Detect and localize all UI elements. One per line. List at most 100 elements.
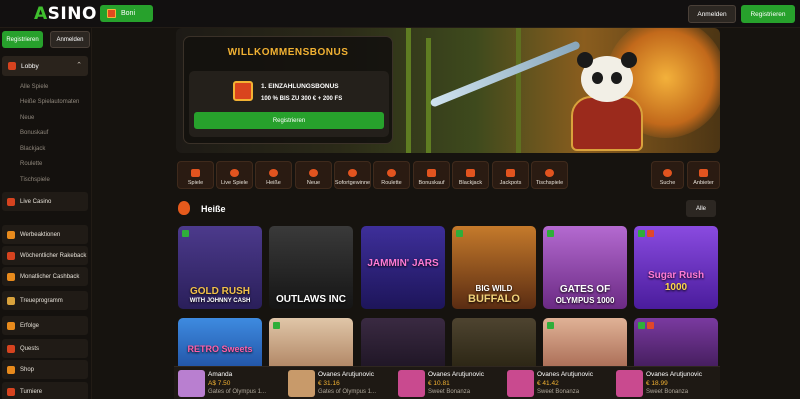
- game-tile-outlaws-inc[interactable]: OUTLAWS INC: [269, 226, 353, 309]
- panda-body-image: [571, 96, 643, 151]
- win-entry[interactable]: Ovanes Arutjunovic € 18.99 Sweet Bonanza: [612, 369, 720, 398]
- gift-icon: [427, 169, 436, 177]
- sidebar-item-loyalty[interactable]: Treueprogramm: [2, 291, 88, 310]
- game-tile-big-wild-buffalo[interactable]: BIG WILD BUFFALO: [452, 226, 536, 309]
- deposit-label: 1. EINZAHLUNGSBONUS: [261, 83, 339, 90]
- promotions-icon: [7, 230, 15, 239]
- cashback-icon: [7, 272, 15, 281]
- sword-image: [429, 40, 581, 108]
- bamboo-decoration: [426, 38, 431, 153]
- recent-wins-ticker: Amanda A$ 7.50 Gates of Olympus 1... Ova…: [174, 366, 720, 399]
- game-tile-gates-of-olympus-1000[interactable]: GATES OF OLYMPUS 1000: [543, 226, 627, 309]
- sidebar-item-shop[interactable]: Shop: [2, 360, 88, 379]
- register-button[interactable]: Registrieren: [741, 5, 795, 23]
- category-roulette[interactable]: Roulette: [373, 161, 410, 189]
- deposit-offer: 100 % BIS ZU 300 € + 200 FS: [261, 96, 343, 102]
- table-games-icon: [545, 169, 554, 177]
- lobby-subitem[interactable]: Heiße Spielautomaten: [20, 99, 79, 105]
- sidebar-item-cashback[interactable]: Monatlicher Cashback: [2, 267, 88, 286]
- bamboo-decoration: [406, 28, 411, 153]
- rakeback-icon: [7, 251, 15, 260]
- game-thumbnail: [616, 370, 643, 397]
- gem-icon: [309, 169, 318, 177]
- fire-icon: [178, 201, 190, 215]
- welcome-register-button[interactable]: Registrieren: [194, 112, 384, 129]
- providers-button[interactable]: Anbieter: [687, 161, 720, 189]
- win-entry[interactable]: Ovanes Arutjunovic € 10.81 Sweet Bonanza: [394, 369, 502, 398]
- badge-icon: [547, 322, 554, 329]
- badge-icon: [273, 322, 280, 329]
- lobby-subitem[interactable]: Neue: [20, 115, 34, 121]
- win-entry[interactable]: Amanda A$ 7.50 Gates of Olympus 1...: [174, 369, 282, 398]
- loyalty-icon: [7, 296, 15, 305]
- welcome-title: WILLKOMMENSBONUS: [227, 47, 349, 58]
- grid-icon: [191, 169, 200, 177]
- category-tischspiele[interactable]: Tischspiele: [531, 161, 568, 189]
- badge-icon: [638, 230, 645, 237]
- lightning-icon: [348, 169, 357, 177]
- sidebar-item-achievements[interactable]: Erfolge: [2, 316, 88, 335]
- hot-badge-icon: [647, 322, 654, 329]
- logo[interactable]: ASINO: [34, 4, 97, 24]
- game-thumbnail: [288, 370, 315, 397]
- game-thumbnail: [178, 370, 205, 397]
- lobby-subitem[interactable]: Bonuskauf: [20, 130, 48, 136]
- game-tile-gold-rush[interactable]: GOLD RUSH WITH JOHNNY CASH: [178, 226, 262, 309]
- badge-icon: [547, 230, 554, 237]
- sidebar-item-rakeback[interactable]: Wöchentlicher Rakeback: [2, 246, 88, 265]
- win-entry[interactable]: Ovanes Arutjunovic € 31.16 Gates of Olym…: [284, 369, 392, 398]
- welcome-bonus-card: WILLKOMMENSBONUS 1. EINZAHLUNGSBONUS 100…: [183, 36, 393, 144]
- sidebar: Registrieren Anmelden Lobby ⌃ Alle Spiel…: [0, 28, 92, 399]
- badge-icon: [638, 322, 645, 329]
- search-button[interactable]: Suche: [651, 161, 684, 189]
- hot-badge-icon: [647, 230, 654, 237]
- category-live-spiele[interactable]: Live Spiele: [216, 161, 253, 189]
- achievements-icon: [7, 321, 15, 330]
- badge-icon: [182, 230, 189, 237]
- dealer-icon: [230, 169, 239, 177]
- chevron-up-icon[interactable]: ⌃: [76, 61, 82, 69]
- lobby-subitem[interactable]: Alle Spiele: [20, 84, 48, 90]
- category-neue[interactable]: Neue: [295, 161, 332, 189]
- view-all-button[interactable]: Alle: [686, 200, 716, 217]
- sidebar-register-button[interactable]: Registrieren: [2, 31, 43, 48]
- roulette-icon: [387, 169, 396, 177]
- bonus-button[interactable]: Boni: [100, 5, 153, 22]
- category-jackpots[interactable]: Jackpots: [492, 161, 529, 189]
- category-blackjack[interactable]: Blackjack: [452, 161, 489, 189]
- section-title: Heiße: [201, 204, 226, 214]
- lobby-icon: [8, 62, 16, 70]
- category-sofortgewinne[interactable]: Sofortgewinne: [334, 161, 371, 189]
- live-casino-icon: [7, 197, 15, 206]
- game-tile-sugar-rush-1000[interactable]: Sugar Rush 1000: [634, 226, 718, 309]
- category-bonuskauf[interactable]: Bonuskauf: [413, 161, 450, 189]
- game-thumbnail: [507, 370, 534, 397]
- sidebar-login-button[interactable]: Anmelden: [50, 31, 90, 48]
- sidebar-item-lobby[interactable]: Lobby ⌃: [2, 56, 88, 76]
- fire-icon: [269, 169, 278, 177]
- deposit-bonus-box: 1. EINZAHLUNGSBONUS 100 % BIS ZU 300 € +…: [189, 71, 389, 137]
- login-button[interactable]: Anmelden: [688, 5, 736, 23]
- shop-icon: [7, 365, 15, 374]
- gift-icon: [107, 9, 116, 18]
- search-icon: [663, 169, 672, 177]
- sidebar-item-tournaments[interactable]: Turniere: [2, 382, 88, 399]
- providers-icon: [699, 169, 708, 177]
- category-spiele[interactable]: Spiele: [177, 161, 214, 189]
- bonus-label: Boni: [121, 10, 136, 17]
- category-heisse[interactable]: Heiße: [255, 161, 292, 189]
- sidebar-item-quests[interactable]: Quests: [2, 339, 88, 358]
- game-thumbnail: [398, 370, 425, 397]
- lobby-subitem[interactable]: Roulette: [20, 161, 42, 167]
- panda-image: [577, 52, 637, 102]
- sidebar-item-promotions[interactable]: Werbeaktionen: [2, 225, 88, 244]
- gift-icon: [233, 81, 253, 101]
- cards-icon: [466, 169, 475, 177]
- jackpot-icon: [506, 169, 515, 177]
- tournaments-icon: [7, 387, 15, 396]
- sidebar-item-live-casino[interactable]: Live Casino: [2, 192, 88, 211]
- lobby-subitem[interactable]: Tischspiele: [20, 177, 50, 183]
- win-entry[interactable]: Ovanes Arutjunovic € 41.42 Sweet Bonanza: [503, 369, 611, 398]
- lobby-subitem[interactable]: Blackjack: [20, 146, 45, 152]
- game-tile-jammin-jars[interactable]: JAMMIN' JARS: [361, 226, 445, 309]
